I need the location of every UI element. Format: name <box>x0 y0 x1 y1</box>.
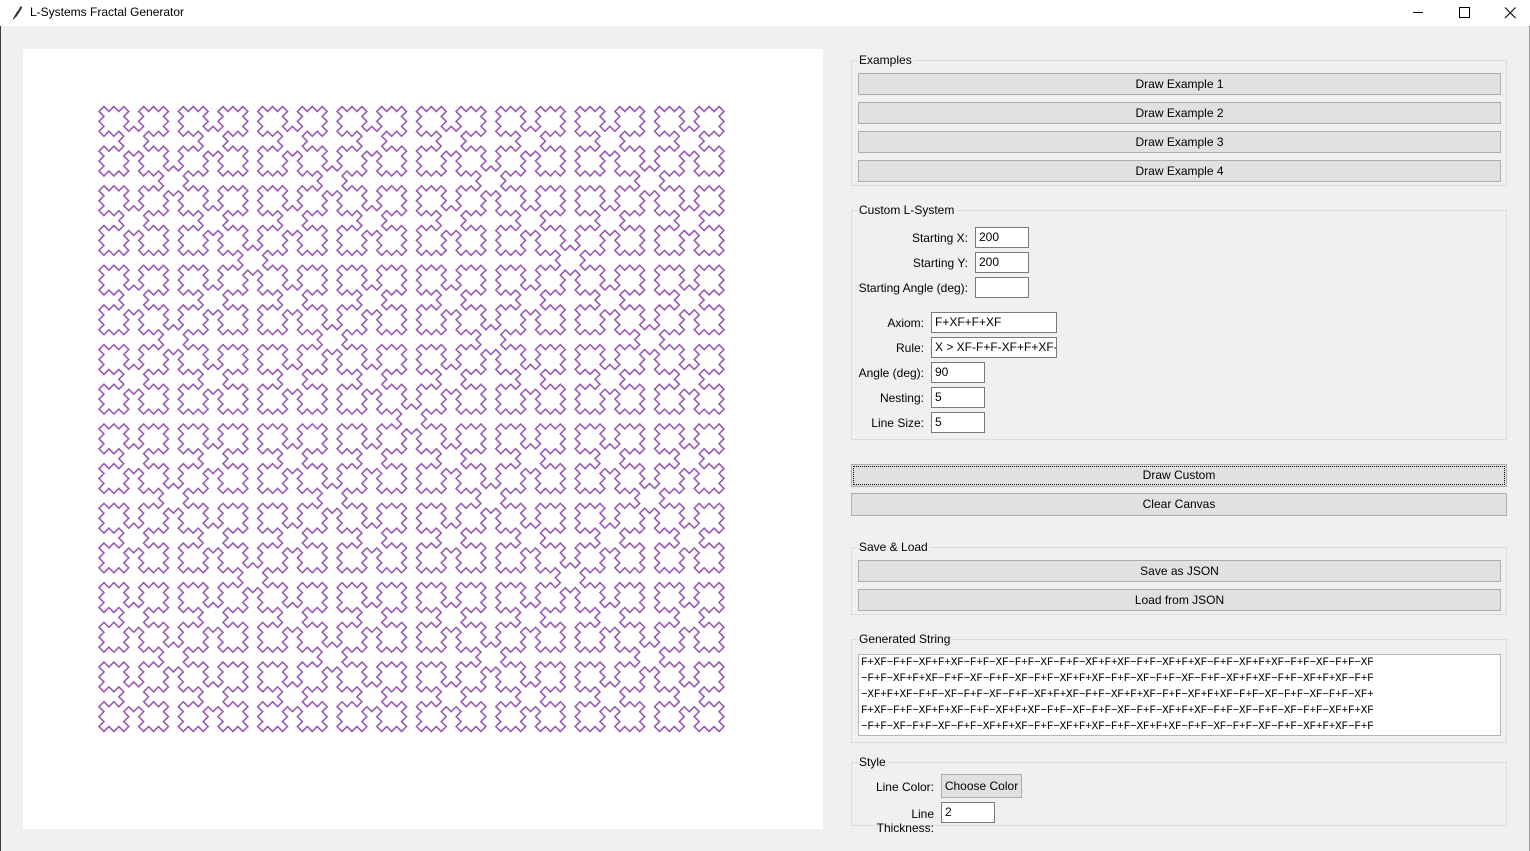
style-group: Style Line Color: Choose Color Line Thic… <box>851 755 1507 835</box>
save-load-legend: Save & Load <box>857 540 930 554</box>
starting-angle-label: Starting Angle (deg): <box>858 281 968 295</box>
line-thickness-input[interactable]: 2 <box>941 802 995 823</box>
draw-example-2-button[interactable]: Draw Example 2 <box>858 102 1501 124</box>
line-color-label: Line Color: <box>875 780 934 794</box>
examples-legend: Examples <box>857 53 914 67</box>
line-size-input[interactable]: 5 <box>931 412 985 433</box>
generated-string-group: Generated String F+XF−F+F−XF+F+XF−F+F−XF… <box>851 632 1507 743</box>
angle-input[interactable]: 90 <box>931 362 985 383</box>
minimize-button[interactable] <box>1395 0 1441 26</box>
starting-x-input[interactable]: 200 <box>975 227 1029 248</box>
title-bar: L-Systems Fractal Generator <box>0 0 1530 26</box>
generated-string-textarea[interactable]: F+XF−F+F−XF+F+XF−F+F−XF−F+F−XF−F+F−XF+F+… <box>858 654 1501 736</box>
generated-line: F+XF−F+F−XF+F+XF−F+F−XF−F+F−XF−F+F−XF+F+… <box>861 657 1374 669</box>
generated-legend: Generated String <box>857 632 953 646</box>
feather-icon <box>11 5 25 20</box>
line-thickness-label: Line Thickness: <box>876 807 934 835</box>
starting-x-label: Starting X: <box>911 231 968 245</box>
window-edge <box>0 26 1 851</box>
minimize-icon <box>1413 12 1423 13</box>
generated-line: −XF+F+XF−F+F−XF−F+F−XF−F+F−XF+F+XF−F+F−X… <box>861 689 1374 701</box>
fractal-drawing <box>97 105 726 733</box>
generated-line: −F+F−XF+F+XF−F+F−XF−F+F−XF−F+F−XF+F+XF−F… <box>861 673 1374 685</box>
custom-lsystem-group: Custom L-System Starting X: 200 Starting… <box>851 203 1507 440</box>
rule-label: Rule: <box>895 341 924 355</box>
window-title: L-Systems Fractal Generator <box>30 5 185 19</box>
save-load-group: Save & Load Save as JSON Load from JSON <box>851 540 1507 615</box>
maximize-icon <box>1459 7 1470 18</box>
style-legend: Style <box>857 755 888 769</box>
starting-y-label: Starting Y: <box>912 256 968 270</box>
generated-line: F+XF−F+F−XF+F+XF−F+F−XF+F+XF−F+F−XF−F+F−… <box>861 705 1374 717</box>
custom-legend: Custom L-System <box>857 203 957 217</box>
fractal-path <box>97 105 726 733</box>
save-json-button[interactable]: Save as JSON <box>858 560 1501 582</box>
draw-custom-button[interactable]: Draw Custom <box>851 464 1507 487</box>
draw-example-3-button[interactable]: Draw Example 3 <box>858 131 1501 153</box>
clear-canvas-button[interactable]: Clear Canvas <box>851 493 1507 516</box>
generated-line: −F+F−XF−F+F−XF−F+F−XF+F+XF−F+F−XF+F+XF−F… <box>861 721 1374 733</box>
axiom-label: Axiom: <box>887 316 924 330</box>
draw-example-4-button[interactable]: Draw Example 4 <box>858 160 1501 182</box>
load-json-button[interactable]: Load from JSON <box>858 589 1501 611</box>
draw-example-1-button[interactable]: Draw Example 1 <box>858 73 1501 95</box>
maximize-button[interactable] <box>1441 0 1487 26</box>
starting-angle-input[interactable] <box>975 277 1029 298</box>
axiom-input[interactable]: F+XF+F+XF <box>931 312 1057 333</box>
drawing-canvas[interactable] <box>23 49 823 829</box>
rule-input[interactable]: X > XF-F+F-XF+F+XF-F <box>931 337 1057 358</box>
close-icon <box>1504 7 1516 19</box>
angle-label: Angle (deg): <box>858 366 924 380</box>
starting-y-input[interactable]: 200 <box>975 252 1029 273</box>
examples-group: Examples Draw Example 1 Draw Example 2 D… <box>851 53 1507 186</box>
line-size-label: Line Size: <box>871 416 924 430</box>
nesting-input[interactable]: 5 <box>931 387 985 408</box>
choose-color-button[interactable]: Choose Color <box>941 774 1022 798</box>
nesting-label: Nesting: <box>879 391 924 405</box>
close-button[interactable] <box>1487 0 1530 26</box>
